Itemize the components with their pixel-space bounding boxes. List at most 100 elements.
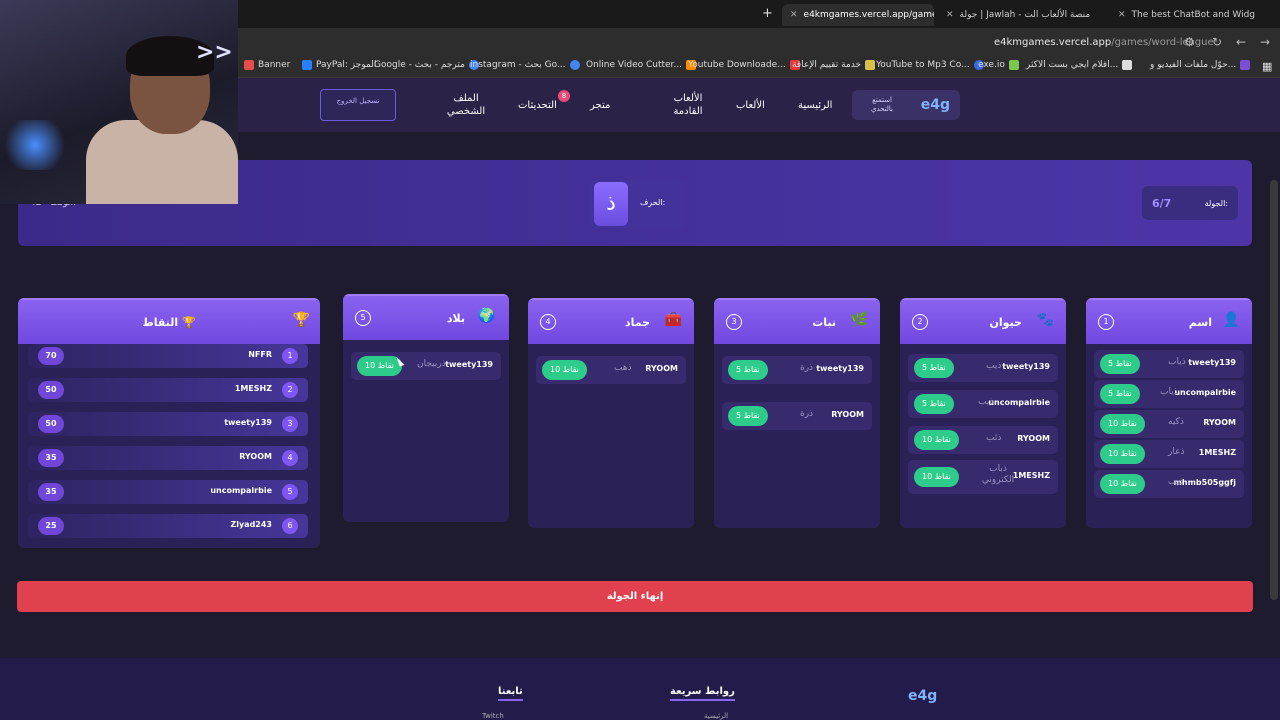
bookmark-favicon-icon bbox=[1122, 60, 1133, 70]
score-rank: 6 bbox=[282, 518, 298, 534]
bookmarks-grid-icon[interactable]: ▦ bbox=[1262, 60, 1272, 73]
score-rank: 1 bbox=[282, 348, 298, 364]
answer-row: RYOOM ذكيه 10 نقاط bbox=[1094, 410, 1244, 438]
google-icon bbox=[569, 60, 580, 70]
bookmark-item[interactable]: Google - مترجم - بحث bbox=[374, 60, 479, 70]
letter-label: الحرف: bbox=[640, 198, 666, 207]
answer-player: RYOOM bbox=[1017, 434, 1050, 443]
globe-icon: 🌍 bbox=[477, 308, 495, 324]
bookmark-item[interactable]: exe.io bbox=[978, 60, 1019, 70]
answer-points: 10 نقاط bbox=[914, 430, 959, 450]
answer-row: tweety139 ذياب 5 نقاط bbox=[1094, 350, 1244, 378]
footer-quick-links-heading: روابط سريعة bbox=[670, 686, 735, 701]
forward-icon[interactable]: → bbox=[1260, 35, 1270, 49]
logout-button[interactable]: تسجيل الخروج bbox=[320, 89, 396, 121]
page-scrollbar[interactable] bbox=[1270, 180, 1278, 600]
footer-link-home[interactable]: الرئيسية bbox=[704, 712, 728, 720]
answer-player: 1MESHZ bbox=[1012, 471, 1050, 480]
footer-link-twitch[interactable]: Twitch bbox=[482, 712, 504, 720]
bookmark-item[interactable]: YouTube to Mp3 Co... bbox=[876, 60, 984, 70]
bookmark-item[interactable]: Youtube Downloade... bbox=[688, 60, 800, 70]
leaf-icon: 🌿 bbox=[850, 312, 868, 328]
answer-points: 10 نقاط bbox=[1100, 444, 1145, 464]
person-icon: 👤 bbox=[1222, 312, 1240, 328]
end-round-button[interactable]: إنهاء الجولة bbox=[17, 581, 1253, 612]
score-points: 50 bbox=[38, 415, 64, 433]
scoreboard-card: النقاط 🏆 🏆 70 NFFR 1 50 1MESHZ 2 50 tweety139… bbox=[18, 298, 320, 548]
category-number: 4 bbox=[540, 314, 556, 330]
score-points: 70 bbox=[38, 347, 64, 365]
category-number: 1 bbox=[1098, 314, 1114, 330]
category-card-plant: 🌿 نبات 3 tweety139 ذرة 5 نقاط RYOOM ذرة 5 نق… bbox=[714, 298, 880, 528]
answer-word: ذرة bbox=[800, 409, 814, 419]
close-icon[interactable]: ✕ bbox=[946, 10, 954, 20]
answer-row: RYOOM ذهب 10 نقاط bbox=[536, 356, 686, 384]
back-icon[interactable]: ← bbox=[1236, 35, 1246, 49]
trophy-icon: 🏆 bbox=[292, 312, 310, 328]
answer-points: 10 نقاط bbox=[914, 467, 959, 487]
tune-icon[interactable]: ⚙ bbox=[1184, 35, 1195, 49]
bookmark-label: Google - مترجم - بحث bbox=[374, 60, 465, 70]
score-player: 1MESHZ bbox=[234, 384, 272, 393]
answer-word: ذرة bbox=[800, 363, 814, 373]
nav-store[interactable]: متجر bbox=[590, 99, 610, 112]
answer-row: uncompalrbie ذيب 5 نقاط bbox=[908, 390, 1058, 418]
answer-points: 5 نقاط bbox=[914, 394, 954, 414]
bookmark-item[interactable]: Online Video Cutter... bbox=[586, 60, 697, 70]
updates-count-badge: 8 bbox=[558, 90, 570, 102]
bookmark-label: حوّل ملفات الفيديو و... bbox=[1150, 60, 1237, 70]
bookmark-label: افلام ايجي بست الاكثر... bbox=[1026, 60, 1119, 70]
nav-profile[interactable]: الملف الشخصي bbox=[446, 92, 486, 118]
bookmark-item[interactable]: Banner bbox=[244, 60, 290, 70]
browser-tab-jawlah[interactable]: ✕ جولة | Jawlah - منصة الألعاب الت bbox=[938, 4, 1098, 26]
answer-word: ذعار bbox=[1168, 447, 1185, 457]
bookmark-label: YouTube to Mp3 Co... bbox=[876, 60, 970, 70]
bookmark-item[interactable]: حوّل ملفات الفيديو و... bbox=[1150, 60, 1251, 70]
close-icon[interactable]: ✕ bbox=[1118, 10, 1126, 20]
bookmark-item[interactable]: خدمة تقييم الإعاقة bbox=[792, 60, 876, 70]
nav-games[interactable]: الألعاب bbox=[736, 99, 765, 112]
footer-brand: e4g bbox=[908, 688, 938, 704]
url-field[interactable]: e4kmgames.vercel.app/games/word-league bbox=[994, 37, 1214, 48]
bookmark-item[interactable]: instagram - بحث Go... bbox=[470, 60, 580, 70]
scoreboard-row: 50 tweety139 3 bbox=[28, 412, 308, 436]
browser-tab-active[interactable]: ✕ e4kmgames.vercel.app/games/ bbox=[782, 4, 934, 26]
answer-word: ذباب الكتروني bbox=[981, 464, 1015, 485]
category-card-animal: 🐾 حيوان 2 tweety139 ذيب 5 نقاط uncompalrbi… bbox=[900, 298, 1066, 528]
browser-tab-chatbot[interactable]: ✕ The best ChatBot and Widg bbox=[1110, 4, 1260, 26]
nav-home[interactable]: الرئيسية bbox=[798, 99, 832, 112]
bookmark-item[interactable]: PayPal: الموجز bbox=[302, 60, 376, 70]
bookmark-item[interactable]: افلام ايجي بست الاكثر... bbox=[1026, 60, 1133, 70]
answer-row: RYOOM ذئب 10 نقاط bbox=[908, 426, 1058, 454]
current-letter: ذ bbox=[594, 182, 628, 226]
score-rank: 3 bbox=[282, 416, 298, 432]
answer-row: tweety139 ذيب 5 نقاط bbox=[908, 354, 1058, 382]
answer-word: ذهب bbox=[614, 363, 632, 373]
bookmark-favicon-icon bbox=[302, 60, 312, 70]
category-title: نبات bbox=[812, 316, 836, 329]
answer-player: uncompalrbie bbox=[988, 398, 1050, 407]
site-logo[interactable]: استمتع بالتحدي e4g bbox=[852, 90, 960, 120]
category-header: 🌿 نبات 3 bbox=[714, 298, 880, 344]
bookmark-favicon-icon bbox=[865, 60, 876, 70]
nav-updates[interactable]: التحديثات bbox=[518, 99, 557, 112]
tab-title: e4kmgames.vercel.app/games/ bbox=[803, 10, 934, 20]
bookmark-label: خدمة تقييم الإعاقة bbox=[792, 60, 862, 70]
new-tab-plus-icon[interactable]: + bbox=[762, 6, 773, 21]
score-rank: 4 bbox=[282, 450, 298, 466]
scoreboard-row: 70 NFFR 1 bbox=[28, 344, 308, 368]
scoreboard-header: النقاط 🏆 🏆 bbox=[18, 298, 320, 344]
nav-upcoming-games[interactable]: الألعاب القادمة bbox=[668, 92, 708, 118]
reload-icon[interactable]: ↻ bbox=[1212, 35, 1222, 49]
tab-title: جولة | Jawlah - منصة الألعاب الت bbox=[959, 10, 1091, 20]
answer-word: ذكيه bbox=[1168, 417, 1184, 427]
answer-row: mhmb505ggfj ذيب 10 نقاط bbox=[1094, 470, 1244, 498]
score-rank: 2 bbox=[282, 382, 298, 398]
answer-word: ذيب bbox=[1168, 477, 1184, 487]
bookmark-favicon-icon bbox=[1008, 60, 1019, 70]
answer-word: ذيب bbox=[978, 397, 994, 407]
answer-word: ذياب bbox=[1160, 387, 1178, 397]
logo-tagline: استمتع بالتحدي bbox=[871, 96, 893, 113]
close-icon[interactable]: ✕ bbox=[790, 10, 798, 20]
category-header: 🌍 بلاد 5 bbox=[343, 294, 509, 340]
